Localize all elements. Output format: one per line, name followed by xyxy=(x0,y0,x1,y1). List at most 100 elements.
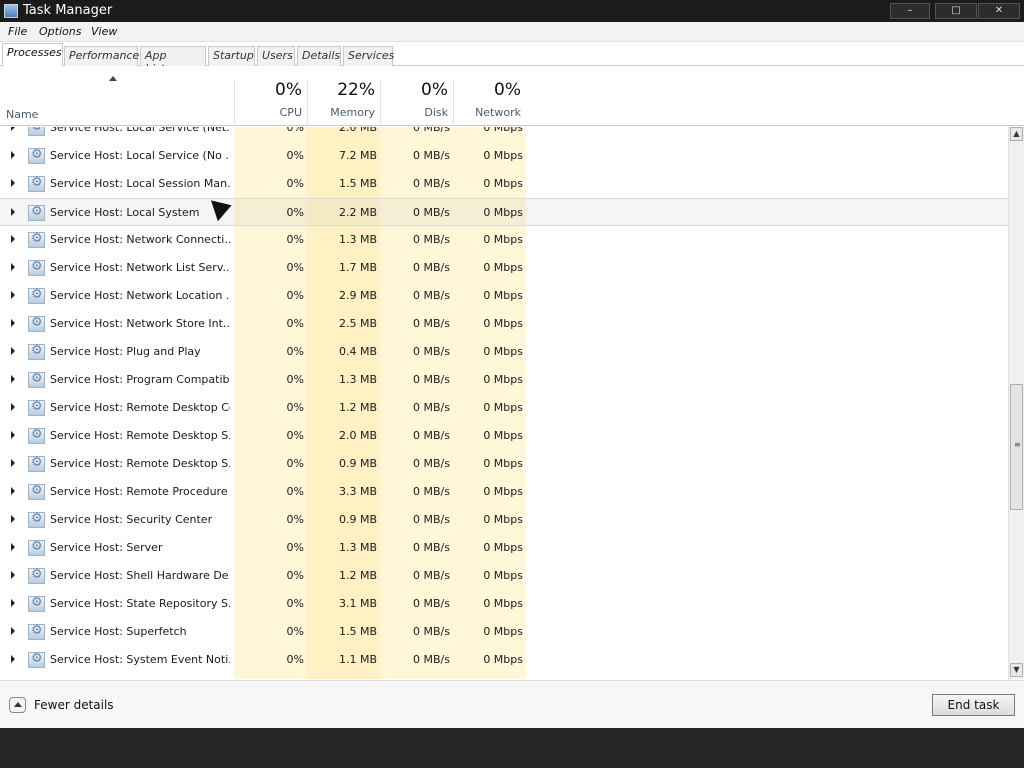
process-disk: 0 MB/s xyxy=(413,457,450,470)
process-network: 0 Mbps xyxy=(483,345,523,358)
table-row[interactable]: Service Host: Network Location ... 0% 2.9 … xyxy=(0,282,1008,310)
table-row[interactable]: Service Host: Superfetch 0% 1.5 MB 0 MB/s 0 … xyxy=(0,618,1008,646)
close-button[interactable]: ✕ xyxy=(978,3,1020,19)
end-task-button[interactable]: End task xyxy=(932,694,1015,716)
expand-arrow-icon[interactable] xyxy=(11,431,15,439)
expand-arrow-icon[interactable] xyxy=(11,487,15,495)
process-disk: 0 MB/s xyxy=(413,625,450,638)
process-name: Service Host: Local Session Man... xyxy=(50,177,230,190)
tab-strip: Processes Performance App history Startu… xyxy=(0,42,1024,75)
tab-startup[interactable]: Startup xyxy=(208,46,255,66)
menu-file[interactable]: File xyxy=(8,25,27,38)
table-row[interactable]: Service Host: Plug and Play 0% 0.4 MB 0 MB/… xyxy=(0,338,1008,366)
table-row[interactable]: Service Host: Remote Desktop S... 0% 0.9 M… xyxy=(0,450,1008,478)
expand-arrow-icon[interactable] xyxy=(11,235,15,243)
table-row[interactable]: Service Host: Local System 0% 2.2 MB 0 MB/s… xyxy=(0,198,1008,226)
menu-view[interactable]: View xyxy=(91,25,117,38)
column-cpu[interactable]: 0% CPU xyxy=(234,80,307,126)
scrollbar-thumb[interactable]: ≡ xyxy=(1010,384,1023,510)
sort-up-icon xyxy=(109,76,117,81)
service-host-icon xyxy=(28,371,45,388)
expand-arrow-icon[interactable] xyxy=(11,151,15,159)
process-name: Service Host: Shell Hardware De... xyxy=(50,569,230,582)
process-network: 0 Mbps xyxy=(483,457,523,470)
service-host-icon xyxy=(28,511,45,528)
process-memory: 2.0 MB xyxy=(338,127,377,134)
table-row[interactable]: Service Host: Local Service (Net... 0% 2.0… xyxy=(0,127,1008,142)
expand-arrow-icon[interactable] xyxy=(11,208,15,216)
maximize-button[interactable]: □ xyxy=(935,3,977,19)
fewer-details-link[interactable]: Fewer details xyxy=(34,698,114,712)
process-network: 0 Mbps xyxy=(483,541,523,554)
task-manager-icon xyxy=(4,4,18,18)
expand-arrow-icon[interactable] xyxy=(11,347,15,355)
process-memory: 1.5 MB xyxy=(338,177,377,190)
table-row[interactable]: Service Host: Local Session Man... 0% 1.5 … xyxy=(0,170,1008,198)
process-disk: 0 MB/s xyxy=(413,289,450,302)
scroll-up-icon[interactable]: ▲ xyxy=(1010,127,1023,141)
expand-arrow-icon[interactable] xyxy=(11,459,15,467)
expand-arrow-icon[interactable] xyxy=(11,543,15,551)
footer-bar: Fewer details End task xyxy=(0,680,1024,728)
tab-services[interactable]: Services xyxy=(343,46,394,66)
process-network: 0 Mbps xyxy=(483,401,523,414)
table-row[interactable]: Service Host: System Event Noti... 0% 1.1 … xyxy=(0,646,1008,674)
expand-arrow-icon[interactable] xyxy=(11,599,15,607)
column-memory[interactable]: 22% Memory xyxy=(307,80,380,126)
process-memory: 3.3 MB xyxy=(338,485,377,498)
table-row[interactable]: Service Host: Network Store Int... 0% 2.5 … xyxy=(0,310,1008,338)
process-network: 0 Mbps xyxy=(483,127,523,134)
table-row[interactable]: Service Host: Remote Desktop S... 0% 2.0 M… xyxy=(0,422,1008,450)
table-row[interactable]: Service Host: Server 0% 1.3 MB 0 MB/s 0 Mbps xyxy=(0,534,1008,562)
table-row[interactable]: Service Host: Local Service (No ... 0% 7.2… xyxy=(0,142,1008,170)
column-disk[interactable]: 0% Disk xyxy=(380,80,453,126)
tab-performance[interactable]: Performance xyxy=(64,46,139,66)
table-row[interactable]: Service Host: Security Center 0% 0.9 MB 0 M… xyxy=(0,506,1008,534)
scroll-down-icon[interactable]: ▼ xyxy=(1010,663,1023,677)
table-row[interactable]: Service Host: Shell Hardware De... 0% 1.2 … xyxy=(0,562,1008,590)
expand-arrow-icon[interactable] xyxy=(11,627,15,635)
vertical-scrollbar[interactable]: ▲ ≡ ▼ xyxy=(1008,127,1024,679)
process-cpu: 0% xyxy=(286,541,304,554)
process-memory: 2.2 MB xyxy=(338,206,377,219)
column-header: Name 0% CPU 22% Memory 0% Disk 0% Networ… xyxy=(0,66,1024,126)
tab-details[interactable]: Details xyxy=(297,46,341,66)
task-manager-window: Task Manager – □ ✕ File Options View Pro… xyxy=(0,0,1024,728)
process-cpu: 0% xyxy=(286,177,304,190)
process-cpu: 0% xyxy=(286,513,304,526)
expand-arrow-icon[interactable] xyxy=(11,655,15,663)
expand-arrow-icon[interactable] xyxy=(11,403,15,411)
process-disk: 0 MB/s xyxy=(413,261,450,274)
tab-users[interactable]: Users xyxy=(257,46,295,66)
process-network: 0 Mbps xyxy=(483,569,523,582)
expand-arrow-icon[interactable] xyxy=(11,179,15,187)
table-row[interactable]: Service Host: Remote Desktop Co... 0% 1.2 … xyxy=(0,394,1008,422)
process-disk: 0 MB/s xyxy=(413,513,450,526)
collapse-up-icon[interactable] xyxy=(9,697,26,713)
minimize-button[interactable]: – xyxy=(890,3,930,19)
menu-options[interactable]: Options xyxy=(39,25,81,38)
tab-app-history[interactable]: App history xyxy=(140,46,206,75)
expand-arrow-icon[interactable] xyxy=(11,515,15,523)
expand-arrow-icon[interactable] xyxy=(11,571,15,579)
column-network[interactable]: 0% Network xyxy=(453,80,526,126)
expand-arrow-icon[interactable] xyxy=(11,127,15,131)
process-disk: 0 MB/s xyxy=(413,401,450,414)
table-row[interactable]: Service Host: State Repository S... 0% 3.1… xyxy=(0,590,1008,618)
expand-arrow-icon[interactable] xyxy=(11,263,15,271)
table-row[interactable]: Service Host: Network List Serv... 0% 1.7 … xyxy=(0,254,1008,282)
column-name[interactable]: Name xyxy=(6,108,38,121)
tab-processes[interactable]: Processes xyxy=(2,43,63,67)
service-host-icon xyxy=(28,175,45,192)
expand-arrow-icon[interactable] xyxy=(11,319,15,327)
table-row[interactable]: Service Host: Network Connecti... 0% 1.3 M… xyxy=(0,226,1008,254)
expand-arrow-icon[interactable] xyxy=(11,375,15,383)
process-memory: 3.1 MB xyxy=(338,597,377,610)
process-memory: 0.4 MB xyxy=(338,345,377,358)
expand-arrow-icon[interactable] xyxy=(11,291,15,299)
table-row[interactable]: Service Host: Program Compatibi... 0% 1.3 … xyxy=(0,366,1008,394)
table-row[interactable]: Service Host: Remote Procedure ... 0% 3.3 … xyxy=(0,478,1008,506)
process-name: Service Host: Superfetch xyxy=(50,625,187,638)
process-cpu: 0% xyxy=(286,429,304,442)
process-network: 0 Mbps xyxy=(483,233,523,246)
